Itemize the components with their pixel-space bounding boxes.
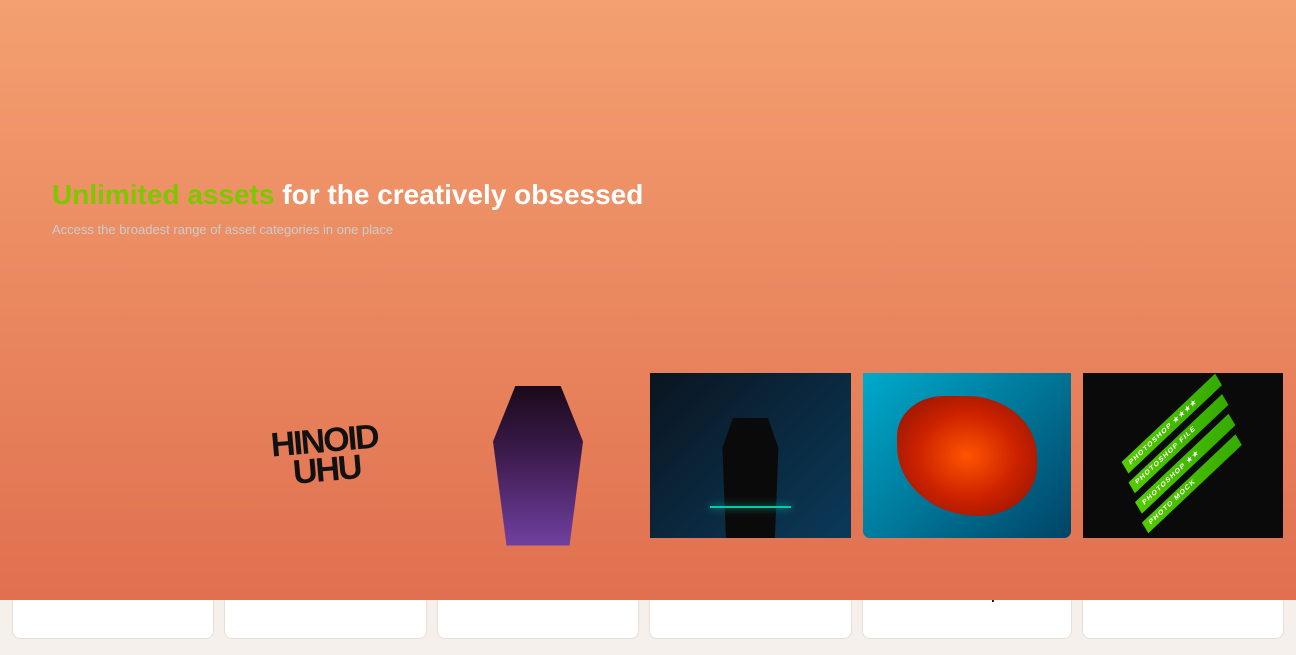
psychedelic-art: HINOIDUHU	[272, 427, 379, 485]
psychedelic-text: HINOIDUHU	[270, 422, 382, 489]
hero-title-green: Unlimited assets	[52, 179, 275, 210]
hero-subtitle: Access the broadest range of asset categ…	[52, 222, 643, 237]
hero-text: Unlimited assets for the creatively obse…	[12, 149, 683, 266]
stock-photos-card[interactable]: Stock Photos 11.4M+ 3D	[437, 328, 639, 639]
stock-photos-image	[438, 383, 638, 548]
teal-glow	[710, 506, 790, 508]
graphic-templates-image: PHOTOSHOP ★★★★ PHOTOSHOP FILE PHOTOSHOP …	[1083, 373, 1283, 538]
royalty-music-image	[650, 373, 850, 538]
hero-title: Unlimited assets for the creatively obse…	[52, 179, 643, 211]
hero-title-rest: for the creatively obsessed	[275, 179, 644, 210]
hair-silhouette	[493, 386, 583, 546]
sound-effects-image	[863, 373, 1071, 538]
category-grid: Stock Video 7M+ Fonts Video Templates 12…	[0, 328, 1296, 655]
